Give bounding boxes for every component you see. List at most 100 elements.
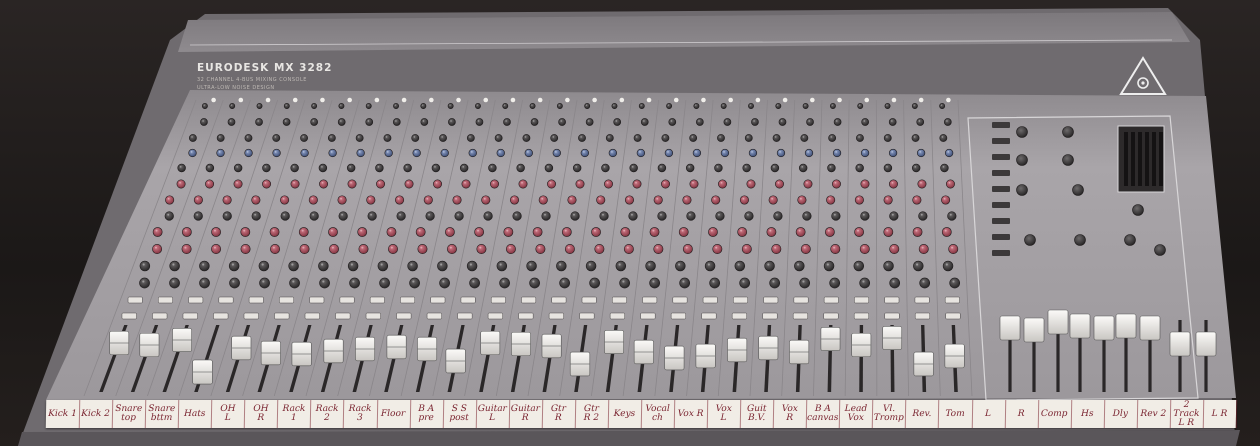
channel-knob-icon[interactable] xyxy=(711,195,721,205)
channel-knob-icon[interactable] xyxy=(615,260,627,272)
channel-knob-icon[interactable] xyxy=(764,260,775,272)
channel-knob-icon[interactable] xyxy=(337,195,347,205)
channel-knob-icon[interactable] xyxy=(193,211,203,221)
channel-knob-icon[interactable] xyxy=(496,260,508,272)
channel-knob-icon[interactable] xyxy=(799,277,811,289)
channel-button[interactable] xyxy=(792,312,808,320)
channel-knob-icon[interactable] xyxy=(827,163,836,173)
channel-knob-icon[interactable] xyxy=(164,211,174,221)
channel-knob-icon[interactable] xyxy=(439,134,447,142)
channel-knob-icon[interactable] xyxy=(797,195,807,205)
channel-button[interactable] xyxy=(248,296,264,304)
channel-knob-icon[interactable] xyxy=(347,260,359,272)
channel-knob-icon[interactable] xyxy=(772,134,781,142)
channel-knob-icon[interactable] xyxy=(446,244,457,254)
channel-knob-icon[interactable] xyxy=(280,195,290,205)
channel-button[interactable] xyxy=(640,312,656,320)
channel-knob-icon[interactable] xyxy=(290,179,300,189)
channel-knob-icon[interactable] xyxy=(216,134,225,142)
channel-knob-icon[interactable] xyxy=(251,211,261,221)
channel-knob-icon[interactable] xyxy=(570,211,580,221)
channel-knob-icon[interactable] xyxy=(481,195,491,205)
channel-knob-icon[interactable] xyxy=(944,148,954,158)
channel-knob-icon[interactable] xyxy=(466,260,478,272)
channel-knob-icon[interactable] xyxy=(604,179,613,189)
channel-knob-icon[interactable] xyxy=(741,244,752,254)
channel-button[interactable] xyxy=(400,296,416,304)
channel-knob-icon[interactable] xyxy=(327,134,336,142)
channel-knob-icon[interactable] xyxy=(689,134,698,142)
fader-cap-icon[interactable] xyxy=(1023,317,1045,343)
channel-knob-icon[interactable] xyxy=(888,148,898,158)
channel-knob-icon[interactable] xyxy=(770,163,780,173)
channel-knob-icon[interactable] xyxy=(776,148,786,158)
channel-knob-icon[interactable] xyxy=(591,227,601,237)
channel-knob-icon[interactable] xyxy=(941,227,952,237)
channel-knob-icon[interactable] xyxy=(417,244,428,254)
channel-knob-icon[interactable] xyxy=(686,211,696,221)
channel-knob-icon[interactable] xyxy=(552,148,561,158)
channel-knob-icon[interactable] xyxy=(823,260,835,272)
channel-knob-icon[interactable] xyxy=(666,103,673,109)
channel-knob-icon[interactable] xyxy=(829,103,836,109)
channel-knob-icon[interactable] xyxy=(668,118,677,126)
channel-knob-icon[interactable] xyxy=(613,118,622,126)
channel-button[interactable] xyxy=(548,312,564,320)
channel-knob-icon[interactable] xyxy=(675,260,686,272)
channel-knob-icon[interactable] xyxy=(411,134,420,142)
channel-knob-icon[interactable] xyxy=(532,227,543,237)
channel-knob-icon[interactable] xyxy=(269,227,280,237)
channel-knob-icon[interactable] xyxy=(739,195,749,205)
master-knob-icon[interactable] xyxy=(1016,184,1028,196)
channel-button[interactable] xyxy=(365,312,381,320)
channel-knob-icon[interactable] xyxy=(188,148,197,158)
channel-knob-icon[interactable] xyxy=(259,277,270,289)
channel-knob-icon[interactable] xyxy=(746,179,756,189)
channel-button[interactable] xyxy=(369,296,385,304)
channel-knob-icon[interactable] xyxy=(349,277,360,289)
channel-knob-icon[interactable] xyxy=(505,244,516,254)
channel-knob-icon[interactable] xyxy=(830,244,841,254)
channel-knob-icon[interactable] xyxy=(169,260,180,272)
channel-knob-icon[interactable] xyxy=(318,163,328,173)
channel-knob-icon[interactable] xyxy=(535,244,546,254)
channel-button[interactable] xyxy=(945,312,961,320)
fader-cap-icon[interactable] xyxy=(1069,313,1091,339)
channel-knob-icon[interactable] xyxy=(165,195,175,205)
fader-cap-icon[interactable] xyxy=(1115,313,1137,339)
master-button[interactable] xyxy=(992,202,1010,208)
channel-knob-icon[interactable] xyxy=(742,163,751,173)
channel-knob-icon[interactable] xyxy=(289,277,300,289)
channel-knob-icon[interactable] xyxy=(516,163,525,173)
channel-knob-icon[interactable] xyxy=(723,118,732,126)
channel-knob-icon[interactable] xyxy=(744,211,754,221)
channel-button[interactable] xyxy=(762,312,778,320)
channel-knob-icon[interactable] xyxy=(530,118,539,126)
channel-knob-icon[interactable] xyxy=(440,148,449,158)
channel-knob-icon[interactable] xyxy=(718,179,727,189)
channel-knob-icon[interactable] xyxy=(712,244,723,254)
channel-knob-icon[interactable] xyxy=(262,179,272,189)
channel-knob-icon[interactable] xyxy=(229,103,236,109)
channel-button[interactable] xyxy=(612,296,627,304)
channel-knob-icon[interactable] xyxy=(407,260,418,272)
channel-knob-icon[interactable] xyxy=(386,227,397,237)
channel-knob-icon[interactable] xyxy=(290,163,299,173)
channel-knob-icon[interactable] xyxy=(628,211,638,221)
channel-knob-icon[interactable] xyxy=(468,148,477,158)
channel-button[interactable] xyxy=(127,296,143,304)
channel-knob-icon[interactable] xyxy=(522,134,531,142)
channel-knob-icon[interactable] xyxy=(567,195,577,205)
channel-knob-icon[interactable] xyxy=(244,148,253,158)
master-knob-icon[interactable] xyxy=(1124,234,1136,246)
channel-knob-icon[interactable] xyxy=(889,277,901,289)
channel-knob-icon[interactable] xyxy=(488,163,497,173)
channel-knob-icon[interactable] xyxy=(636,148,646,158)
channel-knob-icon[interactable] xyxy=(556,103,563,109)
channel-knob-icon[interactable] xyxy=(584,103,591,109)
channel-knob-icon[interactable] xyxy=(717,134,725,142)
channel-knob-icon[interactable] xyxy=(518,179,528,189)
channel-knob-icon[interactable] xyxy=(474,227,485,237)
channel-knob-icon[interactable] xyxy=(824,227,835,237)
channel-knob-icon[interactable] xyxy=(502,103,509,109)
